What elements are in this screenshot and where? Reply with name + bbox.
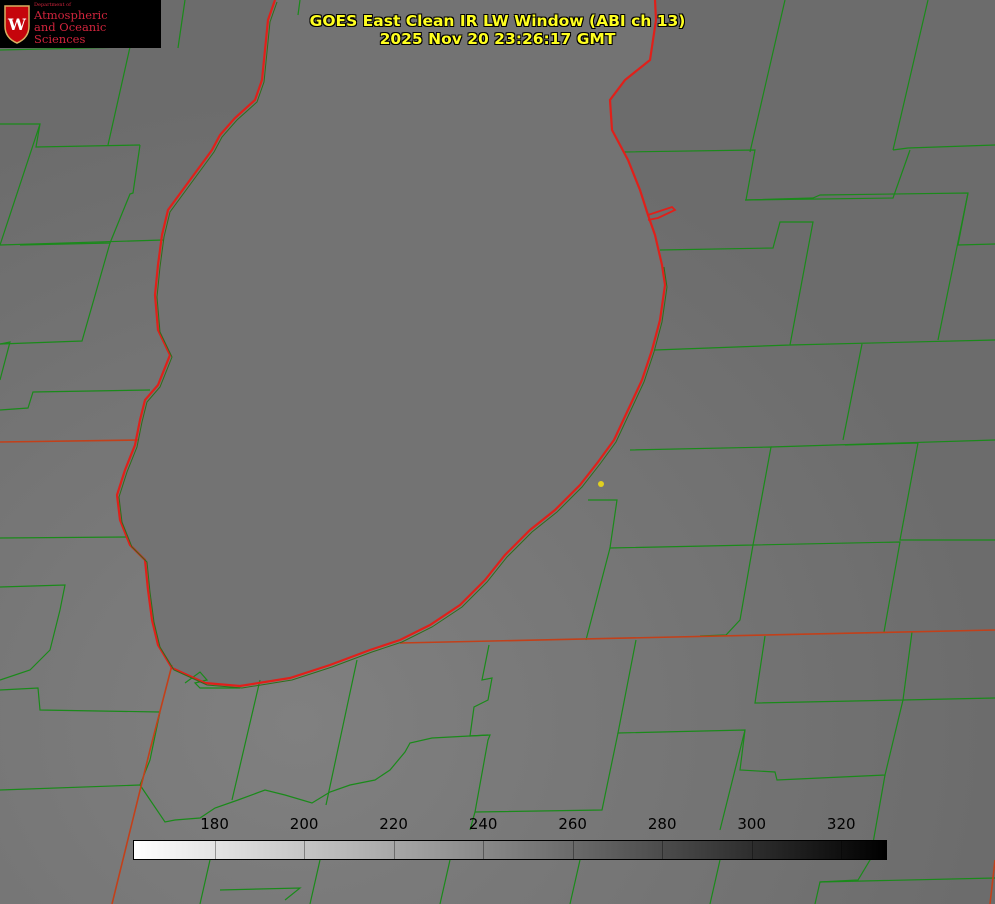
colorbar-tick [483,841,485,859]
colorbar-tick [662,841,664,859]
title-timestamp: 2025 Nov 20 23:26:17 GMT [379,30,616,48]
colorbar-labels: 180 200 220 240 260 280 300 320 [0,815,995,835]
satellite-map [0,0,995,904]
colorbar-tick [304,841,306,859]
colorbar-tick [751,841,753,859]
colorbar-tick-label: 300 [737,815,767,833]
colorbar-tick-label: 260 [558,815,587,833]
colorbar-tick-label: 200 [289,815,319,833]
colorbar-tick-label: 280 [647,815,677,833]
station-marker [598,481,604,487]
colorbar [133,840,887,860]
title-product: GOES East Clean IR LW Window (ABI ch 13) [309,12,686,30]
colorbar-tick-label: 240 [468,815,498,833]
image-title: GOES East Clean IR LW Window (ABI ch 13)… [0,12,995,48]
colorbar-tick [841,841,843,859]
colorbar-tick-label: 320 [826,815,856,833]
logo-department: Department of [34,1,71,8]
colorbar-tick [214,841,216,859]
colorbar-tick [393,841,395,859]
colorbar-tick [572,841,574,859]
colorbar-tick-label: 220 [379,815,408,833]
colorbar-tick-label: 180 [200,815,229,833]
